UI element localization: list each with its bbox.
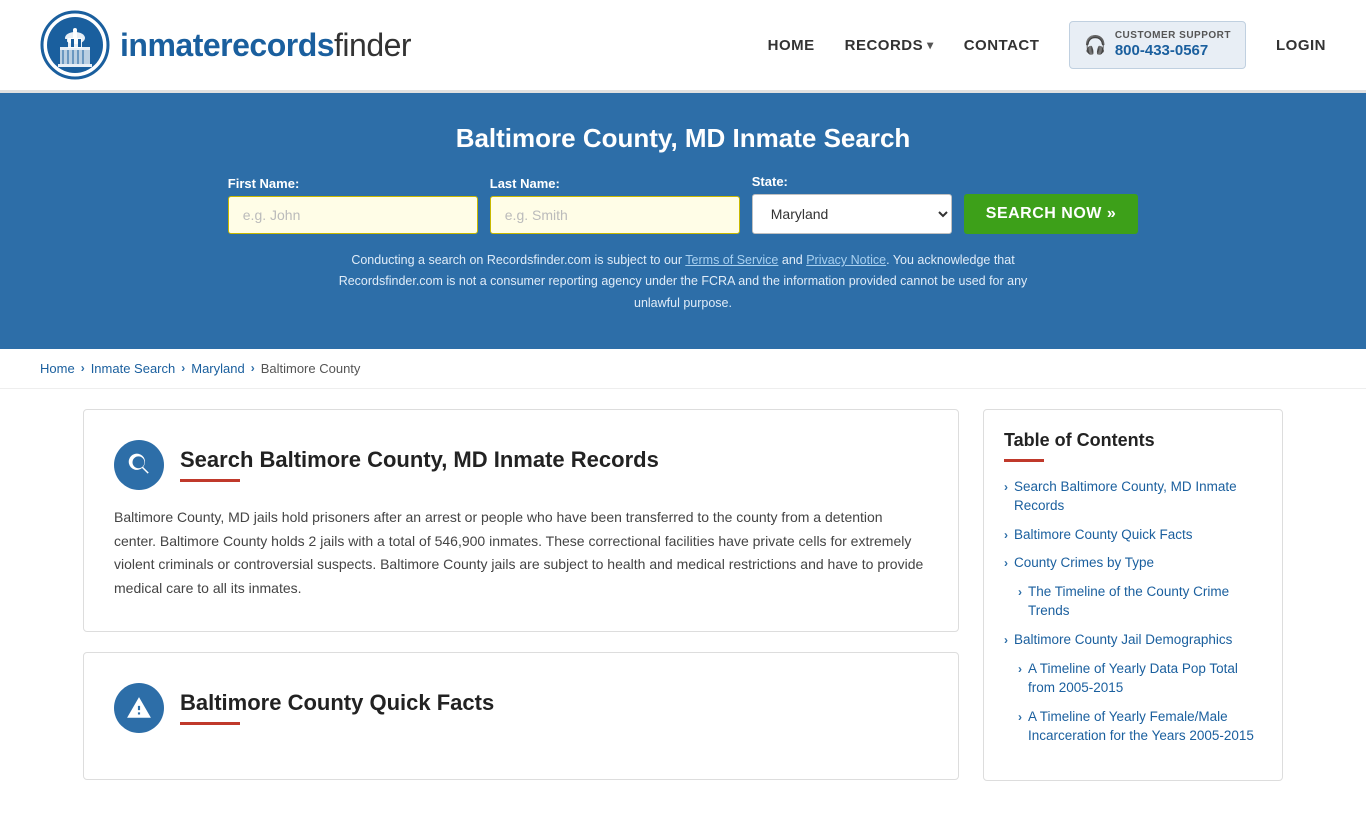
section-body-search: Baltimore County, MD jails hold prisoner… <box>114 506 928 601</box>
section-title-facts: Baltimore County Quick Facts <box>180 690 494 716</box>
main-content: Search Baltimore County, MD Inmate Recor… <box>43 389 1323 820</box>
section-title-search: Search Baltimore County, MD Inmate Recor… <box>180 447 659 473</box>
nav-records[interactable]: RECORDS ▾ <box>845 37 934 54</box>
records-chevron-icon: ▾ <box>927 38 934 52</box>
privacy-link[interactable]: Privacy Notice <box>806 253 886 267</box>
title-underline-search <box>180 479 240 482</box>
title-underline-facts <box>180 722 240 725</box>
site-header: inmaterecordsfinder HOME RECORDS ▾ CONTA… <box>0 0 1366 93</box>
state-group: State: AlabamaAlaskaArizonaArkansasCalif… <box>752 174 952 234</box>
breadcrumb-home[interactable]: Home <box>40 361 75 376</box>
first-name-input[interactable] <box>228 196 478 234</box>
toc-chevron-5: › <box>1018 662 1022 676</box>
breadcrumb-current: Baltimore County <box>261 361 361 376</box>
content-left: Search Baltimore County, MD Inmate Recor… <box>83 409 959 800</box>
toc-title: Table of Contents <box>1004 430 1262 451</box>
breadcrumb: Home › Inmate Search › Maryland › Baltim… <box>0 349 1366 389</box>
search-icon-circle <box>114 440 164 490</box>
toc-item-4: › Baltimore County Jail Demographics <box>1004 631 1262 650</box>
toc-item-0: › Search Baltimore County, MD Inmate Rec… <box>1004 478 1262 516</box>
support-text: CUSTOMER SUPPORT 800-433-0567 <box>1115 30 1231 60</box>
toc-chevron-1: › <box>1004 528 1008 542</box>
section-header-search: Search Baltimore County, MD Inmate Recor… <box>114 440 928 490</box>
toc-link-0[interactable]: Search Baltimore County, MD Inmate Recor… <box>1014 478 1262 516</box>
toc-item-3: › The Timeline of the County Crime Trend… <box>1004 583 1262 621</box>
main-nav: HOME RECORDS ▾ CONTACT 🎧 CUSTOMER SUPPOR… <box>768 21 1326 69</box>
search-icon <box>126 452 152 478</box>
toc-chevron-2: › <box>1004 556 1008 570</box>
warning-icon-circle <box>114 683 164 733</box>
toc-link-1[interactable]: Baltimore County Quick Facts <box>1014 526 1193 545</box>
search-button[interactable]: SEARCH NOW » <box>964 194 1138 234</box>
headset-icon: 🎧 <box>1084 35 1106 56</box>
warning-icon <box>126 695 152 721</box>
last-name-input[interactable] <box>490 196 740 234</box>
logo-text: inmaterecordsfinder <box>120 27 411 64</box>
hero-disclaimer: Conducting a search on Recordsfinder.com… <box>333 250 1033 314</box>
toc-item-5: › A Timeline of Yearly Data Pop Total fr… <box>1004 660 1262 698</box>
nav-login[interactable]: LOGIN <box>1276 37 1326 54</box>
toc-item-1: › Baltimore County Quick Facts <box>1004 526 1262 545</box>
hero-section: Baltimore County, MD Inmate Search First… <box>0 93 1366 349</box>
section-header-facts: Baltimore County Quick Facts <box>114 683 928 733</box>
toc-chevron-3: › <box>1018 585 1022 599</box>
toc-item-2: › County Crimes by Type <box>1004 554 1262 573</box>
logo-icon <box>40 10 110 80</box>
breadcrumb-inmate-search[interactable]: Inmate Search <box>91 361 176 376</box>
logo-area: inmaterecordsfinder <box>40 10 411 80</box>
toc-chevron-0: › <box>1004 480 1008 494</box>
sidebar-toc: Table of Contents › Search Baltimore Cou… <box>983 409 1283 800</box>
last-name-group: Last Name: <box>490 176 740 234</box>
nav-contact[interactable]: CONTACT <box>964 37 1040 54</box>
section-title-wrapper: Search Baltimore County, MD Inmate Recor… <box>180 447 659 482</box>
toc-link-5[interactable]: A Timeline of Yearly Data Pop Total from… <box>1028 660 1262 698</box>
toc-item-6: › A Timeline of Yearly Female/Male Incar… <box>1004 708 1262 746</box>
breadcrumb-maryland[interactable]: Maryland <box>191 361 244 376</box>
toc-link-3[interactable]: The Timeline of the County Crime Trends <box>1028 583 1262 621</box>
section-quick-facts: Baltimore County Quick Facts <box>83 652 959 780</box>
customer-support-button[interactable]: 🎧 CUSTOMER SUPPORT 800-433-0567 <box>1069 21 1246 69</box>
toc-chevron-4: › <box>1004 633 1008 647</box>
section-title-wrapper-facts: Baltimore County Quick Facts <box>180 690 494 725</box>
toc-link-4[interactable]: Baltimore County Jail Demographics <box>1014 631 1232 650</box>
breadcrumb-sep-3: › <box>251 361 255 375</box>
state-select[interactable]: AlabamaAlaskaArizonaArkansasCaliforniaCo… <box>752 194 952 234</box>
section-search-records: Search Baltimore County, MD Inmate Recor… <box>83 409 959 632</box>
toc-link-6[interactable]: A Timeline of Yearly Female/Male Incarce… <box>1028 708 1262 746</box>
first-name-group: First Name: <box>228 176 478 234</box>
tos-link[interactable]: Terms of Service <box>685 253 778 267</box>
search-form: First Name: Last Name: State: AlabamaAla… <box>40 174 1326 234</box>
breadcrumb-sep-1: › <box>81 361 85 375</box>
breadcrumb-sep-2: › <box>181 361 185 375</box>
toc-box: Table of Contents › Search Baltimore Cou… <box>983 409 1283 781</box>
nav-home[interactable]: HOME <box>768 37 815 54</box>
hero-title: Baltimore County, MD Inmate Search <box>40 123 1326 154</box>
state-label: State: <box>752 174 788 189</box>
toc-chevron-6: › <box>1018 710 1022 724</box>
first-name-label: First Name: <box>228 176 300 191</box>
last-name-label: Last Name: <box>490 176 560 191</box>
toc-link-2[interactable]: County Crimes by Type <box>1014 554 1154 573</box>
toc-divider <box>1004 459 1044 462</box>
